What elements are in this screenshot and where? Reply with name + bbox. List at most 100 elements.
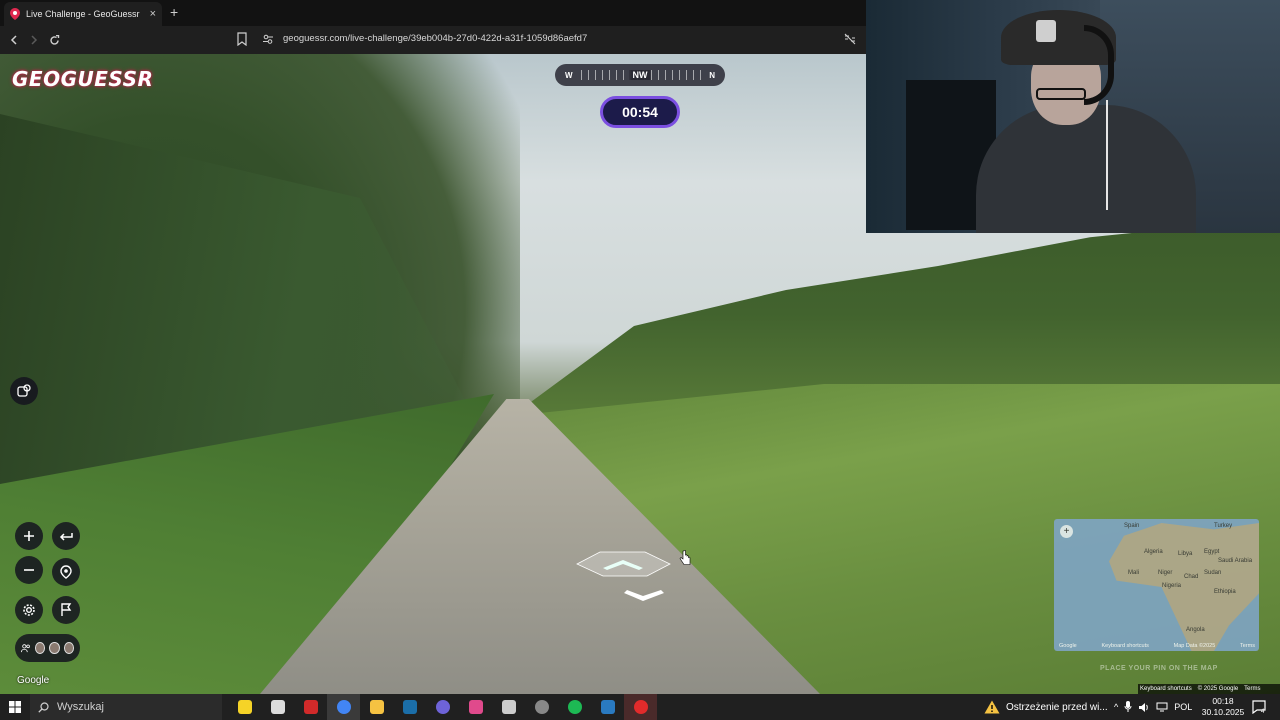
settings-button[interactable] xyxy=(15,596,43,624)
taskbar-clock[interactable]: 00:18 30.10.2025 xyxy=(1200,696,1246,718)
taskbar-app-chrome[interactable] xyxy=(327,694,360,720)
report-icon xyxy=(17,384,31,397)
clock-time: 00:18 xyxy=(1212,696,1234,706)
tab-strip: Live Challenge - GeoGuessr × + xyxy=(0,0,866,26)
undo-icon xyxy=(59,533,73,541)
taskbar-warning[interactable]: Ostrzeżenie przed wi... xyxy=(984,694,1108,720)
set-checkpoint-button[interactable] xyxy=(52,558,80,586)
tab-close-icon[interactable]: × xyxy=(150,8,156,20)
start-button[interactable] xyxy=(0,694,30,720)
taskbar-app-opera-red[interactable] xyxy=(624,694,657,720)
map-label: Sudan xyxy=(1204,570,1222,576)
streamer-glasses xyxy=(1036,88,1086,100)
player-avatar xyxy=(35,642,46,654)
gear-icon xyxy=(23,604,35,616)
new-tab-button[interactable]: + xyxy=(170,4,178,20)
taskbar-app-spotify[interactable] xyxy=(558,694,591,720)
street-view-nav-arrows[interactable] xyxy=(575,550,675,610)
taskbar-app-steam-blue[interactable] xyxy=(591,694,624,720)
taskbar-app-app-red[interactable] xyxy=(294,694,327,720)
minimap-terms[interactable]: Terms xyxy=(1240,643,1255,649)
zoom-out-button[interactable] xyxy=(15,556,43,584)
reader-mode-icon[interactable] xyxy=(844,33,856,45)
bookmark-icon[interactable] xyxy=(236,32,248,46)
compass: W NW N xyxy=(555,64,725,86)
report-button[interactable] xyxy=(10,377,38,405)
volume-icon[interactable] xyxy=(1138,702,1150,713)
plus-icon xyxy=(24,531,34,541)
taskbar-app-discord-like[interactable] xyxy=(426,694,459,720)
round-timer: 00:54 xyxy=(600,96,680,128)
flag-icon xyxy=(61,603,72,616)
spotify-icon xyxy=(567,700,582,714)
file-explorer-dark-icon xyxy=(270,700,285,714)
taskbar-search[interactable]: Wyszukaj xyxy=(30,694,222,720)
geoguessr-favicon-icon xyxy=(10,8,20,20)
keyboard-shortcuts-link[interactable]: Keyboard shortcuts xyxy=(1140,686,1192,692)
arrow-right-icon xyxy=(31,35,38,45)
minimap-keyboard-shortcuts[interactable]: Keyboard shortcuts xyxy=(1101,643,1148,649)
return-to-start-button[interactable] xyxy=(52,596,80,624)
taskbar-app-file-explorer-dark[interactable] xyxy=(261,694,294,720)
url-text[interactable]: geoguessr.com/live-challenge/39eb004b-27… xyxy=(283,33,587,44)
undo-move-button[interactable] xyxy=(52,522,80,550)
compass-heading: NW xyxy=(629,70,651,80)
cap-logo xyxy=(1036,20,1056,42)
network-icon[interactable] xyxy=(1156,702,1168,712)
terms-link[interactable]: Terms xyxy=(1244,686,1260,692)
minimap-map-data: Map Data ©2025 xyxy=(1173,643,1216,649)
minimap-expand-icon[interactable]: + xyxy=(1060,525,1073,538)
chevron-down-icon xyxy=(624,590,664,601)
headphone-cable xyxy=(1106,100,1108,210)
map-label: Ethiopia xyxy=(1214,589,1236,595)
app-pink-icon xyxy=(468,700,483,714)
arrow-left-icon xyxy=(10,35,17,45)
map-label: Chad xyxy=(1184,574,1199,580)
notifications-icon[interactable]: 4 xyxy=(1252,700,1266,714)
steam-alt-icon xyxy=(501,700,516,714)
address-bar[interactable]: geoguessr.com/live-challenge/39eb004b-27… xyxy=(230,29,860,51)
back-button[interactable] xyxy=(4,30,24,50)
site-info-icon[interactable] xyxy=(262,33,274,45)
windows-taskbar: Wyszukaj Ostrzeżenie przed wi... ^ POL 0… xyxy=(0,694,1280,720)
microphone-icon[interactable] xyxy=(1124,701,1132,713)
steam-icon xyxy=(402,700,417,714)
chevron-up-icon[interactable]: ^ xyxy=(1114,702,1118,712)
windows-logo-icon xyxy=(9,701,21,713)
language-indicator[interactable]: POL xyxy=(1174,702,1192,712)
map-label: Angola xyxy=(1186,627,1205,633)
map-label: Egypt xyxy=(1204,549,1220,555)
tab-live-challenge[interactable]: Live Challenge - GeoGuessr × xyxy=(4,2,162,26)
taskbar-app-steam[interactable] xyxy=(393,694,426,720)
minimap-google-logo: Google xyxy=(1059,643,1077,649)
webcam-overlay xyxy=(866,0,1280,233)
taskbar-app-sticky-notes[interactable] xyxy=(228,694,261,720)
player-avatar xyxy=(49,642,60,654)
copyright-text: © 2025 Google xyxy=(1197,686,1239,692)
reload-button[interactable] xyxy=(44,30,64,50)
google-watermark: Google xyxy=(17,675,50,686)
pin-icon xyxy=(60,565,72,579)
app-red-icon xyxy=(303,700,318,714)
taskbar-app-app-pink[interactable] xyxy=(459,694,492,720)
clock-date: 30.10.2025 xyxy=(1201,707,1245,717)
map-label: Algeria xyxy=(1144,549,1163,555)
zoom-in-button[interactable] xyxy=(15,522,43,550)
map-label: Spain xyxy=(1124,523,1140,529)
browser-toolbar: geoguessr.com/live-challenge/39eb004b-27… xyxy=(0,26,866,54)
search-icon xyxy=(38,701,49,713)
search-placeholder: Wyszukaj xyxy=(57,701,104,713)
taskbar-app-obs[interactable] xyxy=(525,694,558,720)
place-pin-hint: PLACE YOUR PIN ON THE MAP xyxy=(1100,665,1218,672)
map-land-africa xyxy=(1109,523,1259,651)
compass-west: W xyxy=(565,70,573,80)
forward-button[interactable] xyxy=(24,30,44,50)
browser-window-chrome: Live Challenge - GeoGuessr × + geoguessr… xyxy=(0,0,866,54)
taskbar-app-steam-alt[interactable] xyxy=(492,694,525,720)
map-label: Turkey xyxy=(1214,523,1233,529)
system-tray: ^ POL xyxy=(1114,694,1192,720)
taskbar-app-file-explorer[interactable] xyxy=(360,694,393,720)
players-button[interactable] xyxy=(15,634,80,662)
guess-minimap[interactable]: + Spain Turkey Algeria Libya Egypt Saudi… xyxy=(1054,519,1259,651)
reload-icon xyxy=(49,34,59,45)
